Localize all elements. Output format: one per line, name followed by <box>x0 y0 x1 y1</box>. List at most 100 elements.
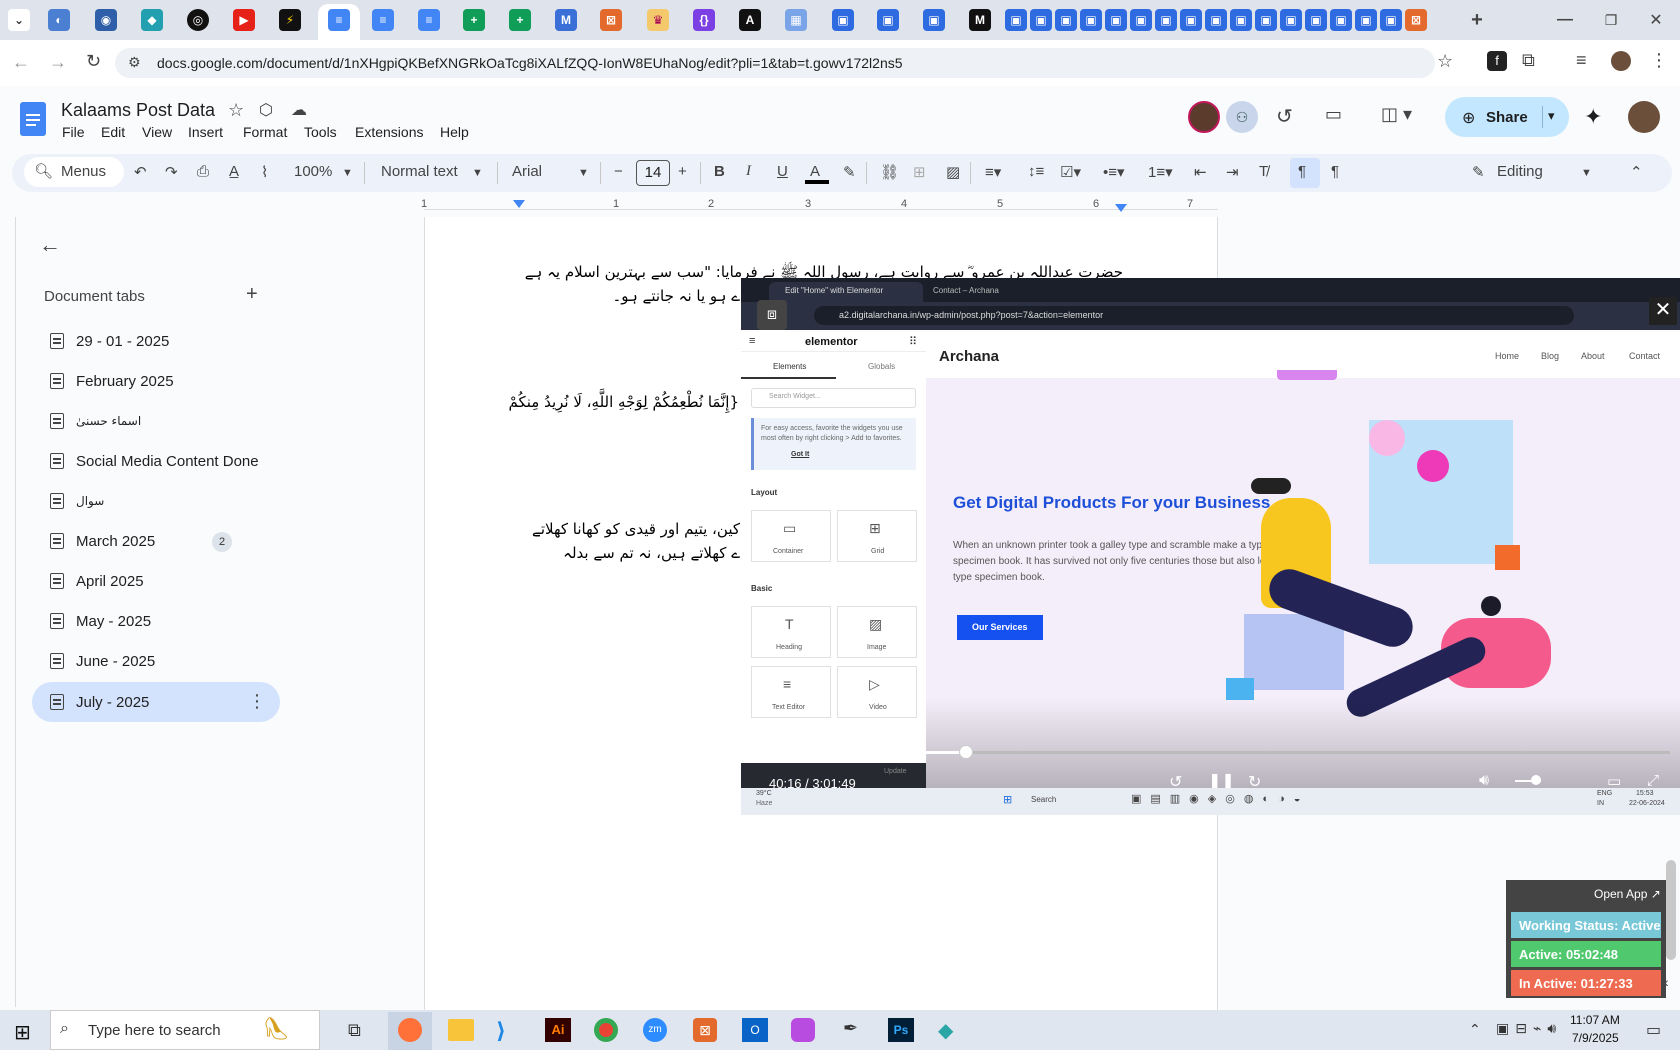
tab-favicon[interactable]: ▣ <box>1130 9 1152 31</box>
italic-icon[interactable]: I <box>746 163 751 180</box>
add-tab-icon[interactable]: + <box>246 283 258 306</box>
docs-logo-icon[interactable] <box>20 102 46 136</box>
insert-image-icon[interactable]: ▨ <box>946 163 960 181</box>
version-history-icon[interactable]: ↺ <box>1276 104 1293 129</box>
document-title[interactable]: Kalaams Post Data <box>61 100 215 121</box>
sheets-icon[interactable]: + <box>509 9 531 31</box>
more-menu-icon[interactable]: ⋮ <box>1650 50 1668 71</box>
tab-favicon[interactable]: M <box>555 9 577 31</box>
site-nav-blog[interactable]: Blog <box>1541 351 1559 361</box>
page-scrollbar[interactable] <box>1666 860 1676 960</box>
site-nav-about[interactable]: About <box>1581 351 1605 361</box>
panel-tab-elements[interactable]: Elements <box>773 362 806 371</box>
section-layout[interactable]: Layout <box>751 488 777 497</box>
add-comment-icon[interactable]: ⊞ <box>913 163 926 181</box>
tray-chevron-icon[interactable]: ⌃ <box>1469 1021 1481 1038</box>
site-nav-home[interactable]: Home <box>1495 351 1519 361</box>
tray-icons[interactable]: ▣⊟⌁🔊︎ <box>1496 1020 1562 1037</box>
numbered-list-icon[interactable]: 1≡▾ <box>1148 163 1173 181</box>
bullet-list-icon[interactable]: •≡▾ <box>1103 163 1125 181</box>
tab-favicon[interactable]: ▣ <box>923 9 945 31</box>
app-icon[interactable]: ⊠ <box>693 1018 717 1042</box>
tab-favicon[interactable]: ◎ <box>187 9 209 31</box>
doc-tab[interactable]: February 2025 <box>50 363 280 399</box>
tab-favicon[interactable]: A <box>739 9 761 31</box>
menu-insert[interactable]: Insert <box>188 124 223 140</box>
font-dropdown-icon[interactable]: ▼ <box>578 167 589 179</box>
docs-icon[interactable]: ≡ <box>418 9 440 31</box>
spellcheck-icon[interactable]: A̲ <box>229 163 239 180</box>
tab-favicon[interactable]: ⊠ <box>600 9 622 31</box>
tab-favicon[interactable]: ⊠ <box>1405 9 1427 31</box>
zoom-icon[interactable]: zm <box>643 1018 667 1042</box>
font-select[interactable]: Arial <box>512 163 542 180</box>
tab-favicon[interactable]: ▣ <box>1230 9 1252 31</box>
link-icon[interactable]: ⛓ <box>880 163 899 181</box>
text-color-icon[interactable]: A <box>810 163 820 180</box>
bold-icon[interactable]: B <box>714 163 725 180</box>
clear-formatting-icon[interactable]: T̸ <box>1259 163 1268 180</box>
mode-dropdown-icon[interactable]: ▼ <box>1581 167 1592 179</box>
increase-indent-icon[interactable]: ⇥ <box>1226 163 1239 181</box>
doc-tab[interactable]: May - 2025 <box>50 603 280 639</box>
menu-format[interactable]: Format <box>243 124 287 140</box>
site-nav-contact[interactable]: Contact <box>1629 351 1660 361</box>
tab-favicon[interactable]: ♛ <box>647 9 669 31</box>
site-info-icon[interactable]: ⚙ <box>128 54 141 71</box>
illustrator-icon[interactable]: Ai <box>545 1018 571 1042</box>
menu-extensions[interactable]: Extensions <box>355 124 423 140</box>
new-tab-icon[interactable]: + <box>1466 9 1488 31</box>
file-explorer-icon[interactable] <box>448 1019 474 1041</box>
doc-tab[interactable]: اسماء حسنیٰ <box>50 403 280 439</box>
tab-favicon[interactable]: ▣ <box>1330 9 1352 31</box>
profile-avatar[interactable] <box>1611 51 1631 71</box>
windows-start-icon[interactable]: ⊞ <box>14 1020 31 1045</box>
grid-apps-icon[interactable]: ⠿ <box>909 335 917 348</box>
hamburger-icon[interactable]: ≡ <box>749 335 755 347</box>
tab-favicon[interactable]: ▣ <box>1055 9 1077 31</box>
tab-favicon[interactable]: ▣ <box>1155 9 1177 31</box>
app-diamond-icon[interactable]: ◆ <box>938 1018 953 1043</box>
docs-icon[interactable]: ≡ <box>372 9 394 31</box>
doc-tab[interactable]: سوال <box>50 483 280 519</box>
menu-file[interactable]: File <box>62 124 85 140</box>
back-icon[interactable]: ← <box>12 52 30 73</box>
ltr-icon[interactable]: ¶ <box>1298 163 1306 180</box>
tab-favicon[interactable]: ▣ <box>1380 9 1402 31</box>
tab-favicon[interactable]: ▣ <box>1355 9 1377 31</box>
tab-search-icon[interactable]: ⌄ <box>8 9 30 31</box>
notification-icon[interactable]: ▭ <box>1646 1020 1661 1040</box>
move-folder-icon[interactable]: ⬡ <box>259 100 273 120</box>
collapse-menus-icon[interactable]: ⌃ <box>1630 163 1643 181</box>
tab-favicon[interactable]: M <box>969 9 991 31</box>
docs-icon[interactable]: ≡ <box>328 9 350 31</box>
seek-handle[interactable] <box>958 745 973 759</box>
doc-tab[interactable]: March 2025 <box>50 523 280 559</box>
line-spacing-icon[interactable]: ↕≡ <box>1028 163 1044 180</box>
close-window-icon[interactable]: ✕ <box>1645 9 1667 31</box>
restore-icon[interactable]: ❐ <box>1600 9 1622 31</box>
highlight-icon[interactable]: ✎ <box>843 163 856 181</box>
tab-favicon[interactable]: ▣ <box>832 9 854 31</box>
tab-options-icon[interactable]: ⋮ <box>248 691 266 712</box>
pen-tool-icon[interactable]: ✒ <box>843 1018 858 1039</box>
collaborator-anon-icon[interactable]: ⚇ <box>1226 101 1258 133</box>
font-size-input[interactable]: 14 <box>636 160 670 186</box>
undo-icon[interactable]: ↶ <box>134 163 147 181</box>
tab-favicon[interactable]: ◆ <box>141 9 163 31</box>
sheets-icon[interactable]: + <box>463 9 485 31</box>
photoshop-icon[interactable]: Ps <box>888 1018 914 1042</box>
tab-favicon[interactable]: ▣ <box>1080 9 1102 31</box>
menu-tools[interactable]: Tools <box>304 124 337 140</box>
extension-icon[interactable]: f <box>1487 51 1507 71</box>
meet-icon[interactable]: ◫ ▾ <box>1381 104 1412 125</box>
fullscreen-icon[interactable]: ⤢ <box>1647 772 1659 789</box>
menu-edit[interactable]: Edit <box>101 124 125 140</box>
paint-app-icon[interactable] <box>791 1018 815 1042</box>
got-it-link[interactable]: Got It <box>791 451 809 458</box>
align-icon[interactable]: ≡▾ <box>985 163 1001 181</box>
zoom-dropdown-icon[interactable]: ▼ <box>342 167 353 179</box>
menu-help[interactable]: Help <box>440 124 469 140</box>
extensions-puzzle-icon[interactable]: ⧉ <box>1522 50 1535 71</box>
doc-tab[interactable]: April 2025 <box>50 563 280 599</box>
